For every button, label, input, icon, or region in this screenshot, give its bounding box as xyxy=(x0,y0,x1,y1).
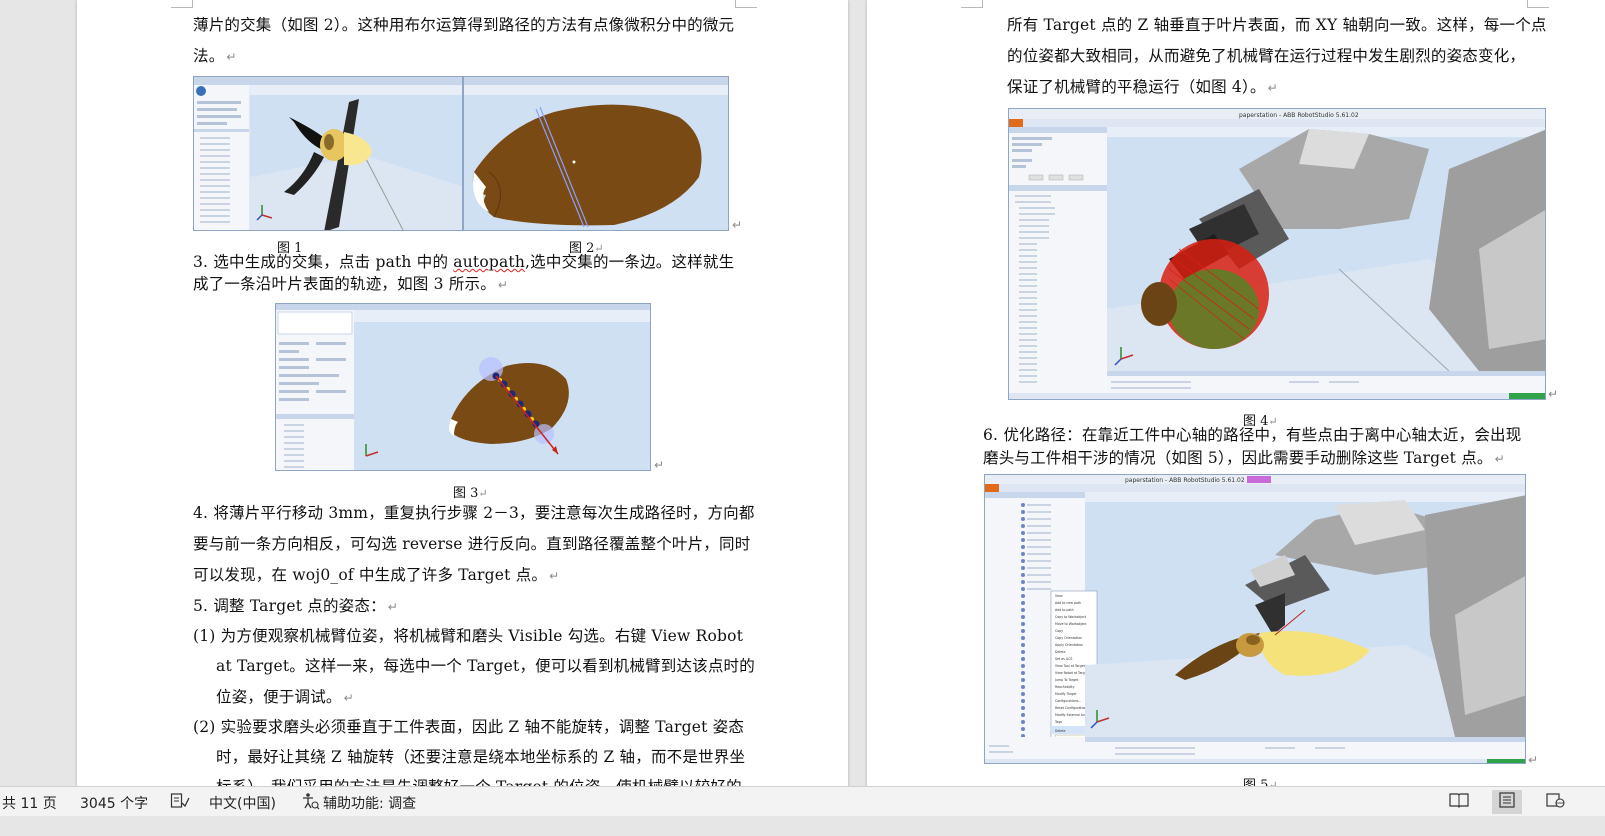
word-count[interactable]: 3045 个字 xyxy=(80,793,148,813)
crop-mark xyxy=(171,0,193,8)
accessibility-icon[interactable] xyxy=(300,792,320,814)
paragraph-line: 5. 调整 Target 点的姿态： ↵ xyxy=(193,597,399,615)
proofing-icon[interactable] xyxy=(170,792,190,814)
paragraph-line: 所有 Target 点的 Z 轴垂直于叶片表面，而 XY 轴朝向一致。这样，每一… xyxy=(1007,16,1547,34)
context-menu-item-delete[interactable]: Delete xyxy=(1055,729,1066,733)
document-page-left[interactable]: 薄片的交集（如图 2）。这种用布尔运算得到路径的方法有点像微积分中的微元 法。 ↵ xyxy=(77,0,848,805)
figure-1-screenshot xyxy=(193,76,463,231)
paragraph-line: 3. 选中生成的交集，点击 path 中的 autopath,选中交集的一条边。… xyxy=(193,253,735,271)
context-menu-item[interactable]: Copy xyxy=(1055,629,1063,633)
context-menu-item[interactable]: Delete xyxy=(1055,650,1066,654)
spelling-error-word[interactable]: autopath xyxy=(453,253,525,271)
paragraph-line: (1) 为方便观察机械臂位姿，将机械臂和磨头 Visible 勾选。右键 Vie… xyxy=(193,627,744,645)
figure-3-screenshot xyxy=(275,303,651,471)
context-menu-item[interactable]: Copy Orientation xyxy=(1055,636,1082,640)
paragraph-line: 位姿，便于调试。 ↵ xyxy=(216,688,354,706)
context-menu-item[interactable]: Tags xyxy=(1054,720,1062,724)
paragraph-line: 要与前一条方向相反，可勾选 reverse 进行反向。直到路径覆盖整个叶片，同时 xyxy=(193,535,751,553)
document-page-right[interactable]: 所有 Target 点的 Z 轴垂直于叶片表面，而 XY 轴朝向一致。这样，每一… xyxy=(867,0,1605,805)
paragraph-line: 4. 将薄片平行移动 3mm，重复执行步骤 2－3，要注意每次生成路径时，方向都 xyxy=(193,504,755,522)
context-menu-item[interactable]: Reset Configuration xyxy=(1055,706,1087,710)
figure-4-screenshot: paperstation - ABB RobotStudio 5.61.02 xyxy=(1008,108,1546,400)
paragraph-line: (2) 实验要求磨头必须垂直于工件表面，因此 Z 轴不能旋转，调整 Target… xyxy=(193,718,745,736)
figure-2-screenshot xyxy=(463,76,729,231)
paragraph-line: 可以发现，在 woj0_of 中生成了许多 Target 点。 ↵ xyxy=(193,566,560,584)
paragraph-line: 的位姿都大致相同，从而避免了机械臂在运行过程中发生剧烈的姿态变化， xyxy=(1007,47,1526,65)
context-menu-item[interactable]: Add to new path xyxy=(1055,601,1081,605)
paragraph-line: 成了一条沿叶片表面的轨迹，如图 3 所示。 ↵ xyxy=(193,275,509,293)
paragraph-line: 时，最好让其绕 Z 轴旋转（还要注意是绕本地坐标系的 Z 轴，而不是世界坐 xyxy=(216,748,746,766)
context-menu-item[interactable]: Move to Workobject xyxy=(1055,622,1087,626)
window-title: paperstation - ABB RobotStudio 5.61.02 xyxy=(1239,112,1359,119)
window-title: paperstation - ABB RobotStudio 5.61.02 xyxy=(1125,477,1245,484)
print-layout-icon xyxy=(1497,792,1517,812)
web-layout-icon xyxy=(1545,792,1565,812)
context-menu-item[interactable]: View Robot at Target xyxy=(1055,671,1089,675)
read-mode-button[interactable] xyxy=(1444,790,1474,814)
web-layout-button[interactable] xyxy=(1540,790,1570,814)
crop-mark xyxy=(1527,0,1549,8)
figure-5-screenshot: paperstation - ABB RobotStudio 5.61.02 V… xyxy=(984,474,1526,764)
context-menu-item[interactable]: Reachability xyxy=(1055,685,1075,689)
context-menu-item[interactable]: Set as UCS xyxy=(1055,657,1072,661)
accessibility-status[interactable]: 辅助功能: 调查 xyxy=(323,793,416,813)
paragraph-mark: ↵ xyxy=(1548,387,1559,401)
page-count[interactable]: 共 11 页 xyxy=(2,793,57,813)
document-workspace: 薄片的交集（如图 2）。这种用布尔运算得到路径的方法有点像微积分中的微元 法。 ↵ xyxy=(0,0,1605,805)
context-menu-item[interactable]: Configurations... xyxy=(1055,699,1081,703)
context-menu-item[interactable]: Apply Orientation xyxy=(1055,643,1083,647)
paragraph-mark: ↵ xyxy=(654,458,665,472)
paragraph-line: 薄片的交集（如图 2）。这种用布尔运算得到路径的方法有点像微积分中的微元 xyxy=(193,16,735,34)
context-menu-item[interactable]: View xyxy=(1055,594,1063,598)
paragraph-mark: ↵ xyxy=(1528,753,1539,767)
language-indicator[interactable]: 中文(中国) xyxy=(209,793,276,813)
context-menu-item[interactable]: Add to path xyxy=(1055,608,1074,612)
paragraph-line: 磨头与工件相干涉的情况（如图 5），因此需要手动删除这些 Target 点。 ↵ xyxy=(983,449,1505,467)
context-menu-item[interactable]: Jump To Target xyxy=(1054,678,1079,682)
print-layout-button[interactable] xyxy=(1492,790,1522,814)
status-bar: 共 11 页 3045 个字 中文(中国) 辅助功能: 调查 xyxy=(0,786,1605,816)
crop-mark xyxy=(961,0,983,8)
paragraph-line: at Target。这样一来，每选中一个 Target，便可以看到机械臂到达该点… xyxy=(216,657,755,675)
read-mode-icon xyxy=(1449,792,1469,812)
context-menu-item[interactable]: Copy to Workobject xyxy=(1055,615,1087,619)
crop-mark xyxy=(735,0,757,8)
paragraph-line: 法。 ↵ xyxy=(193,47,237,65)
paragraph-line: 6. 优化路径：在靠近工件中心轴的路径中，有些点由于离中心轴太近，会出现 xyxy=(983,426,1522,444)
context-menu-item[interactable]: View Tool at Target xyxy=(1055,664,1086,668)
paragraph-line: 保证了机械臂的平稳运行（如图 4）。 ↵ xyxy=(1007,78,1278,96)
paragraph-mark: ↵ xyxy=(732,218,743,232)
context-menu-item[interactable]: Modify Target xyxy=(1055,692,1077,696)
